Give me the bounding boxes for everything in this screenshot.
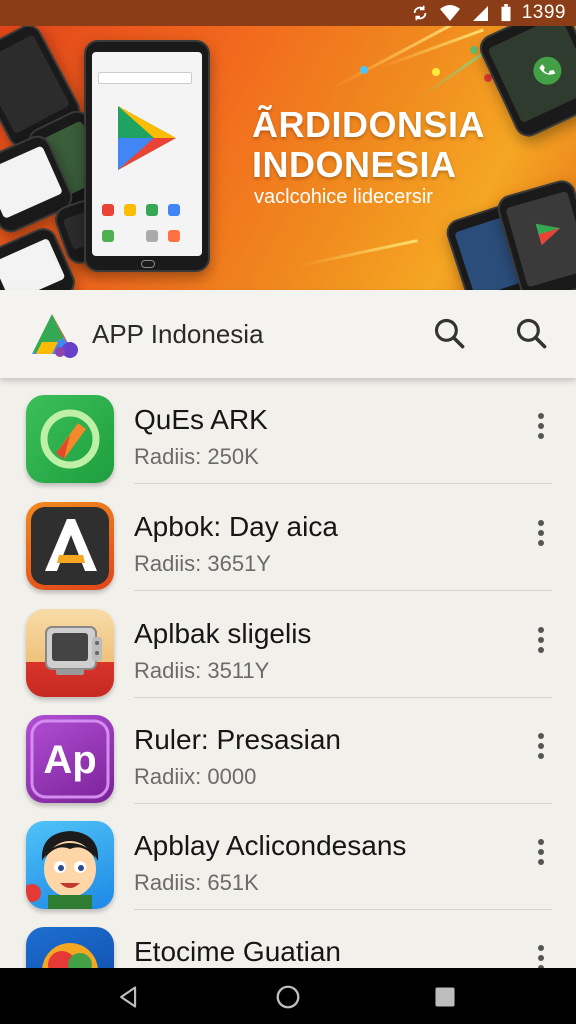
more-options-button[interactable] <box>528 834 554 870</box>
status-bar: 1399 <box>0 0 576 26</box>
phone-mini-app-icon <box>146 204 158 216</box>
more-options-button[interactable] <box>528 408 554 444</box>
banner-dot <box>470 46 478 54</box>
sync-icon <box>413 5 427 21</box>
banner-streak <box>299 239 418 267</box>
more-vert-icon <box>538 413 544 419</box>
app-list: QuEs ARK Radiis: 250K Apbok: Day aica Ra… <box>0 378 576 968</box>
more-vert-icon <box>538 945 544 951</box>
search-icon <box>516 318 547 349</box>
search-button[interactable] <box>430 314 470 354</box>
letter-a-icon <box>26 502 114 590</box>
phone-mini-app-icon <box>168 230 180 242</box>
svg-text:Ap: Ap <box>43 738 96 782</box>
more-vert-icon <box>538 839 544 845</box>
phone-logo-icon <box>535 223 561 246</box>
home-button[interactable] <box>273 982 303 1012</box>
search-icon <box>434 318 465 349</box>
app-meta: Radiis: 3651Y <box>134 551 271 576</box>
phone-mini-app-icon <box>146 230 158 242</box>
battery-icon <box>501 4 511 22</box>
more-options-button[interactable] <box>528 728 554 764</box>
signal-icon <box>472 6 488 21</box>
app-meta: Radiis: 3511Y <box>134 658 270 683</box>
back-button[interactable] <box>114 982 144 1012</box>
more-options-button[interactable] <box>528 622 554 658</box>
app-name: Aplbak sligelis <box>134 618 312 649</box>
tv-icon <box>26 609 114 697</box>
promo-banner[interactable]: ÃRDIDONSIA INDONESIA vaclcohice lidecers… <box>0 26 576 290</box>
wifi-icon <box>439 5 460 21</box>
banner-title-line2: INDONESIA <box>252 144 457 185</box>
app-list-item[interactable]: Ap Ruler: Presasian Radiix: 0000 <box>0 698 576 804</box>
banner-title-line1: ÃRDIDONSIA <box>252 104 486 145</box>
phone-mini-app-icon <box>168 204 180 216</box>
home-icon <box>276 985 300 1009</box>
app-name: Apbok: Day aica <box>134 511 338 542</box>
more-options-button[interactable] <box>528 515 554 551</box>
back-icon <box>120 986 137 1008</box>
phone-address-bar <box>98 72 192 84</box>
banner-tagline: vaclcohice lidecersir <box>254 186 433 208</box>
app-list-item[interactable]: Apblay Aclicondesans Radiis: 651K <box>0 804 576 910</box>
phone-mini-app-icon <box>124 204 136 216</box>
app-list-item[interactable]: Apbok: Day aica Radiis: 3651Y <box>0 485 576 591</box>
phone-mini-app-icon <box>102 204 114 216</box>
green-compass-icon <box>26 395 114 483</box>
play-store-logo-icon <box>32 314 78 358</box>
more-vert-icon <box>538 627 544 633</box>
app-title: APP Indonesia <box>92 319 264 349</box>
app-list-item[interactable]: Etocime Guatian <box>0 910 576 968</box>
phone-call-icon <box>533 56 562 85</box>
more-vert-icon <box>538 733 544 739</box>
banner-dot <box>432 68 440 76</box>
play-store-logo-icon <box>118 106 176 170</box>
ap-letters-icon: Ap <box>26 715 114 803</box>
system-nav-bar <box>0 968 576 1024</box>
cartoon-face-icon <box>26 821 114 909</box>
more-options-button[interactable] <box>528 940 554 968</box>
app-name: Etocime Guatian <box>134 936 341 967</box>
recents-icon <box>435 987 455 1007</box>
search-button-secondary[interactable] <box>512 314 552 354</box>
divider <box>134 590 552 591</box>
app-name: Ruler: Presasian <box>134 724 341 755</box>
phone-mini-app-icon <box>102 230 114 242</box>
banner-main-phone-image <box>84 40 210 272</box>
recents-button[interactable] <box>430 982 460 1012</box>
app-name: QuEs ARK <box>134 404 268 435</box>
more-vert-icon <box>538 520 544 526</box>
app-meta: Radiix: 0000 <box>134 764 257 789</box>
status-time: 1399 <box>521 2 566 23</box>
app-name: Apblay Aclicondesans <box>134 830 407 861</box>
divider <box>134 483 552 484</box>
colorful-circle-icon <box>26 927 114 968</box>
app-meta: Radiis: 250K <box>134 444 259 469</box>
app-meta: Radiis: 651K <box>134 870 259 895</box>
app-bar: APP Indonesia <box>0 290 576 378</box>
banner-phone-image <box>475 26 576 142</box>
banner-dot <box>360 66 368 74</box>
app-list-item[interactable]: QuEs ARK Radiis: 250K <box>0 378 576 484</box>
phone-home-button <box>141 260 155 268</box>
app-list-item[interactable]: Aplbak sligelis Radiis: 3511Y <box>0 592 576 698</box>
